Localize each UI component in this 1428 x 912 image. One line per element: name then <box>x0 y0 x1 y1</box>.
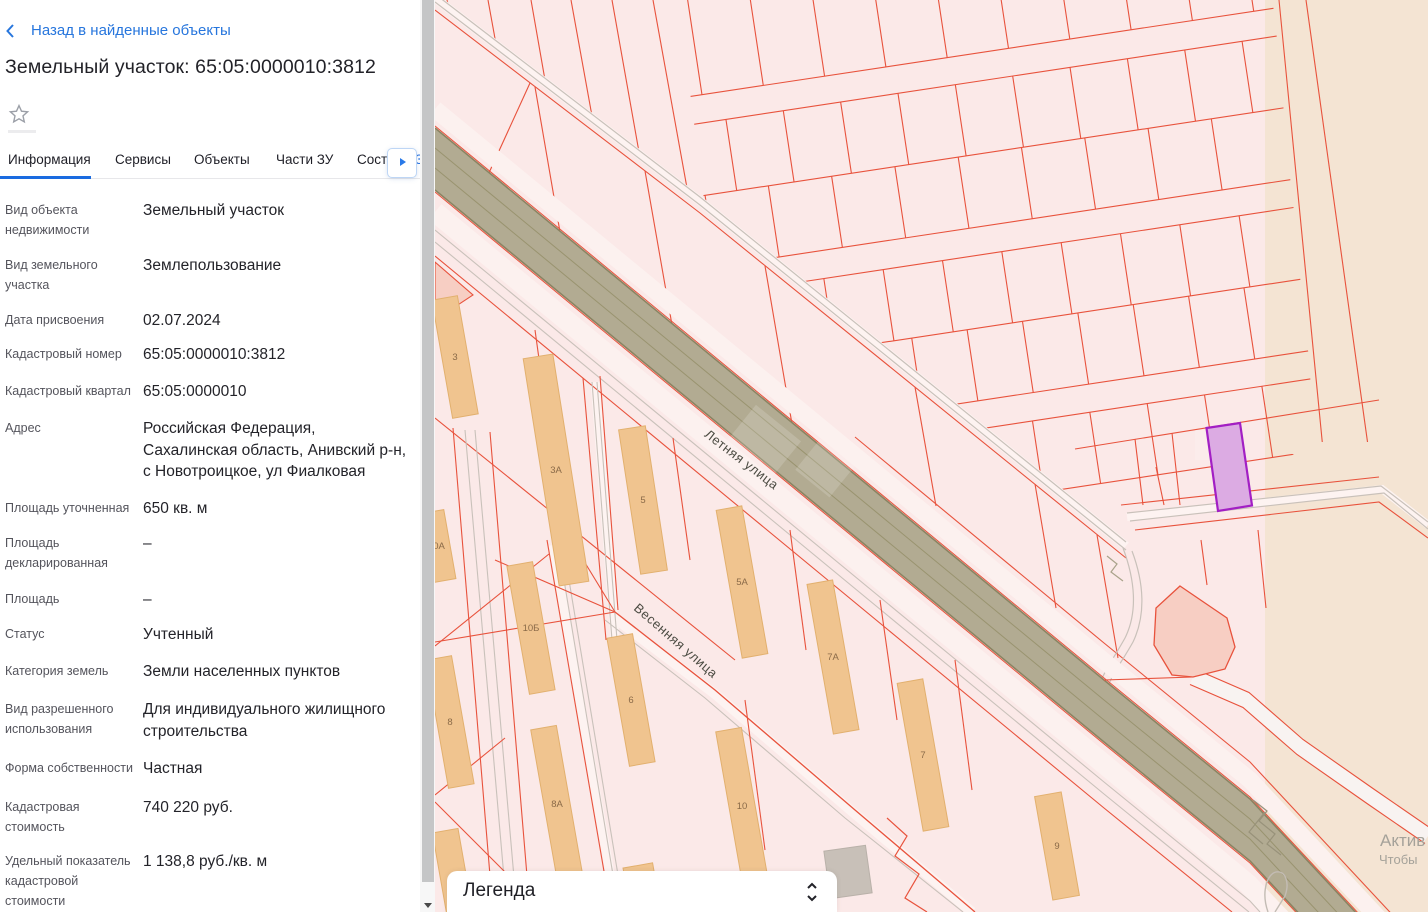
svg-text:7А: 7А <box>827 652 839 663</box>
svg-text:0А: 0А <box>435 541 445 552</box>
svg-text:9: 9 <box>1054 841 1059 852</box>
svg-text:3А: 3А <box>550 465 562 476</box>
svg-text:7: 7 <box>920 750 925 761</box>
svg-text:8: 8 <box>447 717 452 728</box>
svg-text:10Б: 10Б <box>523 623 540 634</box>
svg-text:Актив: Актив <box>1380 831 1425 850</box>
svg-text:5А: 5А <box>736 577 748 588</box>
svg-text:10: 10 <box>737 801 748 812</box>
svg-text:Чтобы: Чтобы <box>1379 852 1418 867</box>
svg-text:5: 5 <box>640 495 645 506</box>
svg-text:6: 6 <box>628 695 633 706</box>
svg-text:8А: 8А <box>551 799 563 810</box>
svg-text:3: 3 <box>452 352 457 363</box>
